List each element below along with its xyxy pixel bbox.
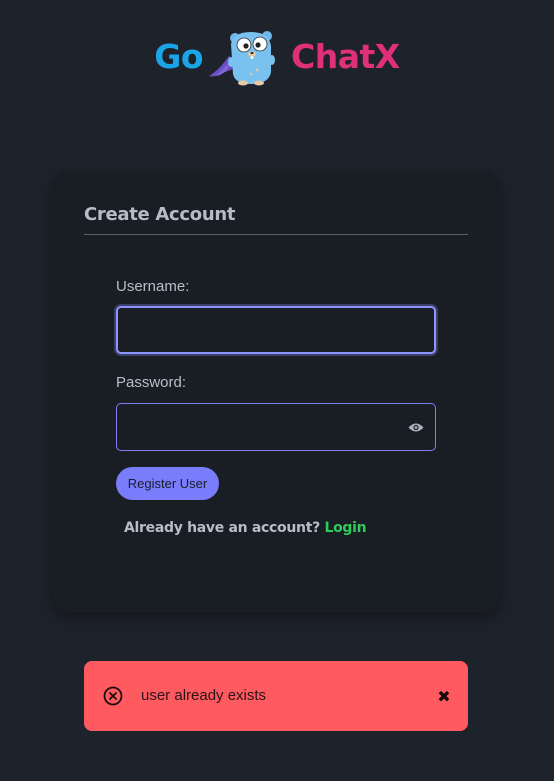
login-prompt: Already have an account? Login: [124, 520, 367, 536]
card-title: Create Account: [84, 204, 236, 225]
eye-icon[interactable]: [405, 420, 427, 434]
register-user-button[interactable]: Register User: [116, 467, 219, 500]
logo-chatx-text: ChatX: [291, 36, 400, 76]
login-prompt-text: Already have an account?: [124, 520, 325, 536]
create-account-card: Create Account Username: Password: Regis…: [52, 170, 500, 612]
error-toast: user already exists ✖: [84, 661, 468, 731]
login-link[interactable]: Login: [324, 520, 366, 536]
error-circle-x-icon: [103, 686, 123, 706]
username-label: Username:: [116, 278, 190, 295]
toast-message: user already exists: [141, 687, 267, 704]
password-label: Password:: [116, 374, 187, 391]
close-x-icon[interactable]: ✖: [435, 688, 453, 706]
app-logo: Go ChatX: [0, 26, 554, 86]
title-divider: [84, 234, 468, 235]
password-input[interactable]: [116, 403, 436, 451]
username-input[interactable]: [116, 306, 436, 354]
logo-go-text: Go: [154, 36, 204, 76]
gopher-mascot-icon: [209, 31, 276, 86]
